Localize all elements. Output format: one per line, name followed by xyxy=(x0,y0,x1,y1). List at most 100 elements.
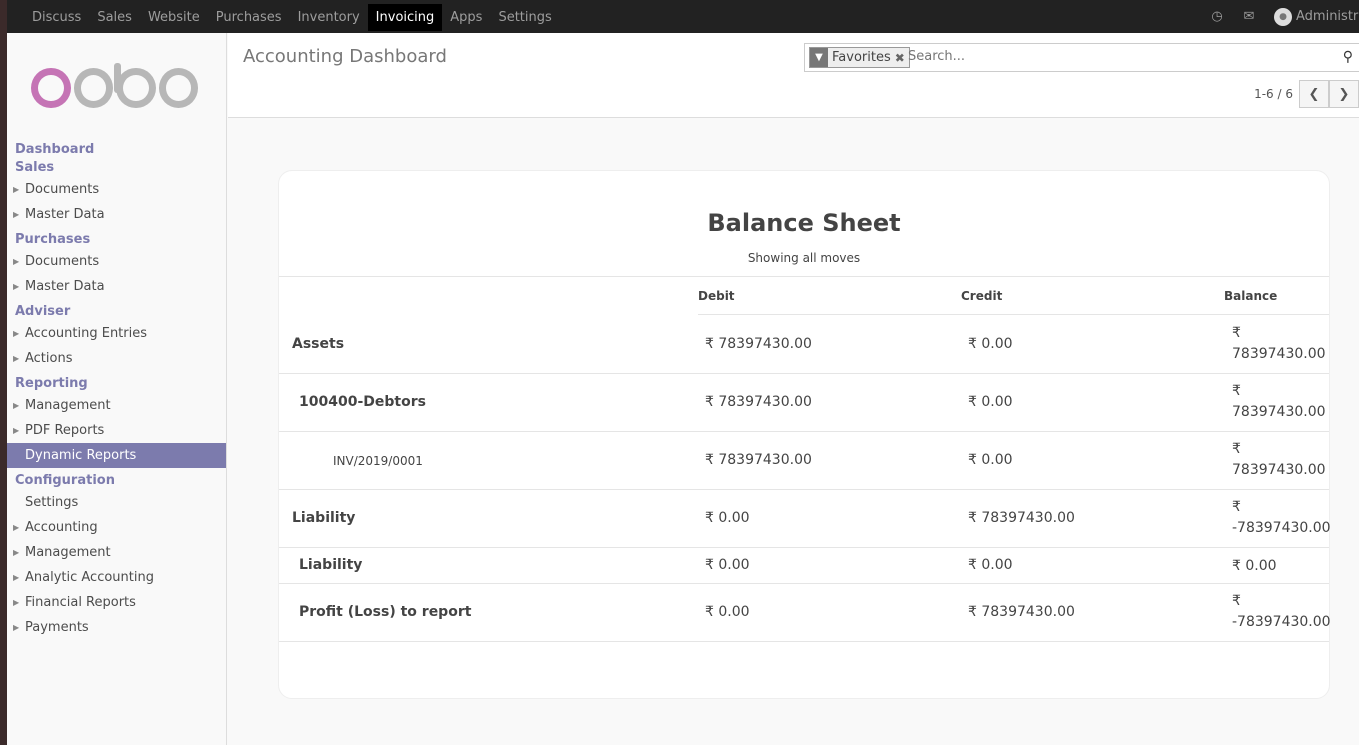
odoo-logo[interactable] xyxy=(31,63,201,113)
sidebar-section-sales[interactable]: Sales xyxy=(7,159,226,177)
sidebar-item-accounting-entries[interactable]: ▶ Accounting Entries xyxy=(7,321,226,346)
row-balance: ₹78397430.00 xyxy=(1232,439,1328,481)
sidebar-item-label: Management xyxy=(25,545,111,560)
clock-icon[interactable]: ◷ xyxy=(1210,9,1224,24)
app-menu-item-website[interactable]: Website xyxy=(140,4,208,31)
sidebar-section-dashboard[interactable]: Dashboard xyxy=(7,141,226,159)
sidebar-section-purchases[interactable]: Purchases xyxy=(7,231,226,249)
sidebar-item-dynamic-reports[interactable]: Dynamic Reports xyxy=(7,443,226,468)
row-credit: ₹ 0.00 xyxy=(968,336,1013,352)
pager-previous-button[interactable]: ❮ xyxy=(1299,80,1329,108)
sidebar-item-label: Financial Reports xyxy=(25,595,136,610)
row-balance: ₹78397430.00 xyxy=(1232,381,1328,423)
table-row[interactable]: INV/2019/0001 ₹ 78397430.00 ₹ 0.00 ₹7839743… xyxy=(279,432,1329,490)
row-account-name[interactable]: 100400-Debtors xyxy=(299,394,426,410)
user-menu[interactable]: Administrator xyxy=(1296,9,1359,24)
pager-value[interactable]: 1-6 / 6 xyxy=(1254,87,1293,101)
sidebar-item-financial-reports[interactable]: ▶ Financial Reports xyxy=(7,590,226,615)
caret-right-icon: ▶ xyxy=(13,623,20,632)
sidebar-item-settings[interactable]: Settings xyxy=(7,490,226,515)
facet-remove-icon[interactable]: ✖ xyxy=(895,51,909,65)
row-credit: ₹ 0.00 xyxy=(968,557,1013,573)
sidebar-item-label: Accounting xyxy=(25,520,98,535)
pager: 1-6 / 6 ❮ ❯ xyxy=(1254,80,1359,108)
sidebar-item-accounting[interactable]: ▶ Accounting xyxy=(7,515,226,540)
page-title: Accounting Dashboard xyxy=(243,46,447,67)
caret-right-icon: ▶ xyxy=(13,523,20,532)
sidebar-item-master-data[interactable]: ▶ Master Data xyxy=(7,274,226,299)
row-account-name[interactable]: Liability xyxy=(299,557,362,573)
sidebar-item-management[interactable]: ▶ Management xyxy=(7,540,226,565)
row-balance-value: 78397430.00 xyxy=(1232,462,1326,478)
sidebar-item-label: Documents xyxy=(25,182,100,197)
row-account-name[interactable]: Liability xyxy=(292,510,355,526)
table-row[interactable]: Liability ₹ 0.00 ₹ 78397430.00 ₹ -78397430.0… xyxy=(279,490,1331,548)
table-row[interactable]: Liability ₹ 0.00 ₹ 0.00 ₹ 0.00 xyxy=(279,548,1329,584)
sidebar-section-configuration[interactable]: Configuration xyxy=(7,472,226,490)
row-balance-value: 78397430.00 xyxy=(1232,404,1326,420)
row-balance: ₹78397430.00 xyxy=(1232,323,1328,365)
sidebar-item-label: Accounting Entries xyxy=(25,326,148,341)
row-account-name[interactable]: Assets xyxy=(292,336,344,352)
logo-d-icon xyxy=(73,68,113,108)
row-debit: ₹ 78397430.00 xyxy=(705,336,812,352)
avatar[interactable]: ● xyxy=(1274,7,1292,26)
table-row[interactable]: Profit (Loss) to report ₹ 0.00 ₹ 78397430.… xyxy=(279,584,1331,642)
logo-d-stem xyxy=(114,63,121,93)
sidebar-item-label: Payments xyxy=(25,620,89,635)
sidebar-item-payments[interactable]: ▶ Payments xyxy=(7,615,226,640)
sidebar-item-label: Documents xyxy=(25,254,100,269)
top-navbar: Discuss Sales Website Purchases Inventory Inv… xyxy=(7,0,1359,33)
row-debit: ₹ 78397430.00 xyxy=(705,394,812,410)
caret-right-icon: ▶ xyxy=(13,257,20,266)
caret-right-icon: ▶ xyxy=(13,185,20,194)
search-icon[interactable]: ⚲ xyxy=(1343,49,1353,65)
caret-right-icon: ▶ xyxy=(13,354,20,363)
report-card: Balance Sheet Showing all moves Debit Cr… xyxy=(278,170,1331,699)
app-menu-item-settings[interactable]: Settings xyxy=(490,4,559,31)
app-menu-item-purchases[interactable]: Purchases xyxy=(208,4,290,31)
row-debit: ₹ 0.00 xyxy=(705,510,750,526)
sidebar-item-pdf-reports[interactable]: ▶ PDF Reports xyxy=(7,418,226,443)
systray: ◷ ✉ ● Administrator xyxy=(1210,0,1359,33)
sidebar-item-label: Management xyxy=(25,398,111,413)
logo-o-icon xyxy=(116,68,156,108)
app-menu-item-sales[interactable]: Sales xyxy=(89,4,140,31)
app-menu-item-discuss[interactable]: Discuss xyxy=(24,4,89,31)
facet-label: Favorites xyxy=(832,50,891,65)
app-menu: Discuss Sales Website Purchases Inventory Inv… xyxy=(24,4,560,33)
sidebar-item-master-data[interactable]: ▶ Master Data xyxy=(7,202,226,227)
sidebar-item-analytic-accounting[interactable]: ▶ Analytic Accounting xyxy=(7,565,226,590)
sidebar-section-adviser[interactable]: Adviser xyxy=(7,303,226,321)
search-facet[interactable]: ▼ Favorites ✖ xyxy=(809,47,910,68)
sidebar-item-label: Dynamic Reports xyxy=(25,448,137,463)
table-row[interactable]: 100400-Debtors ₹ 78397430.00 ₹ 0.00 ₹783974… xyxy=(279,374,1329,432)
sidebar-item-documents[interactable]: ▶ Documents xyxy=(7,249,226,274)
pager-next-button[interactable]: ❯ xyxy=(1329,80,1359,108)
logo-o-icon xyxy=(158,68,198,108)
chat-icon[interactable]: ✉ xyxy=(1242,9,1256,24)
sidebar-item-documents[interactable]: ▶ Documents xyxy=(7,177,226,202)
search-box[interactable]: ▼ Favorites ✖ ⚲ xyxy=(804,43,1359,72)
row-debit: ₹ 0.00 xyxy=(705,604,750,620)
app-menu-item-invoicing[interactable]: Invoicing xyxy=(367,4,443,31)
row-credit: ₹ 0.00 xyxy=(968,394,1013,410)
caret-right-icon: ▶ xyxy=(13,573,20,582)
row-account-name[interactable]: Profit (Loss) to report xyxy=(299,604,471,620)
sidebar-item-actions[interactable]: ▶ Actions xyxy=(7,346,226,371)
row-debit: ₹ 0.00 xyxy=(705,557,750,573)
row-credit: ₹ 78397430.00 xyxy=(968,510,1075,526)
app-menu-item-apps[interactable]: Apps xyxy=(442,4,490,31)
row-credit: ₹ 78397430.00 xyxy=(968,604,1075,620)
table-row[interactable]: Assets ₹ 78397430.00 ₹ 0.00 ₹78397430.00 xyxy=(279,316,1329,374)
sidebar-section-reporting[interactable]: Reporting xyxy=(7,375,226,393)
sidebar-item-label: Actions xyxy=(25,351,73,366)
column-divider xyxy=(698,314,1329,315)
search-input[interactable] xyxy=(908,49,1328,64)
row-account-name[interactable]: INV/2019/0001 xyxy=(333,454,423,468)
report-subtitle: Showing all moves xyxy=(747,251,861,265)
sidebar-item-management[interactable]: ▶ Management xyxy=(7,393,226,418)
report-title: Balance Sheet xyxy=(707,209,901,237)
row-balance-value: 78397430.00 xyxy=(1232,346,1326,362)
app-menu-item-inventory[interactable]: Inventory xyxy=(290,4,368,31)
